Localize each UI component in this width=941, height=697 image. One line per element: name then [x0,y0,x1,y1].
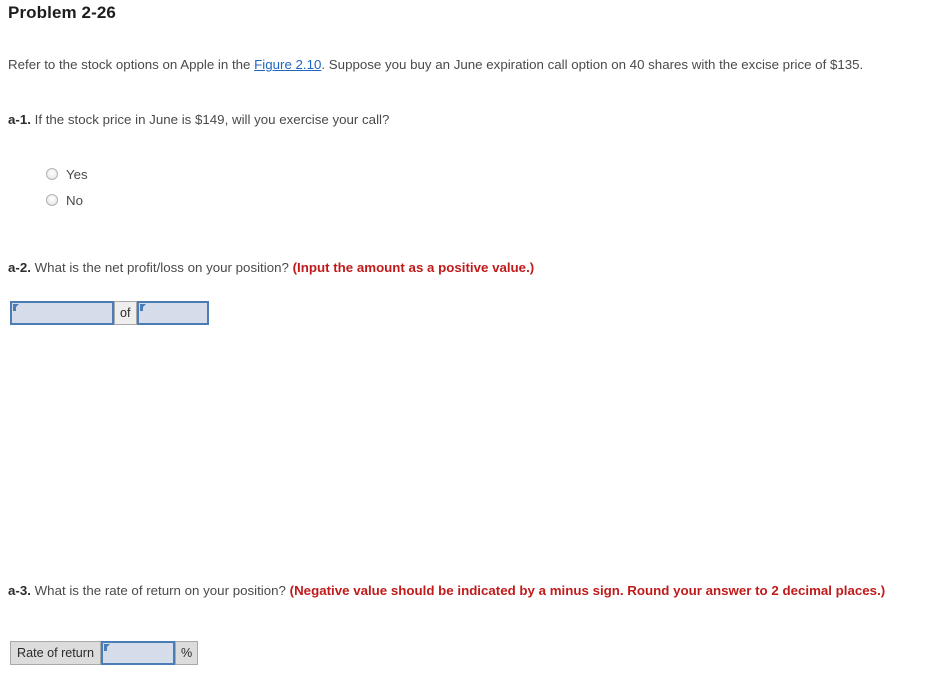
rate-of-return-row-label: Rate of return [10,641,102,665]
question-a1-options: Yes No [46,161,88,213]
page-title: Problem 2-26 [8,3,116,22]
question-a2-text: What is the net profit/loss on your posi… [34,260,289,275]
net-profit-loss-amount-input[interactable] [10,301,114,325]
question-a1-text: If the stock price in June is $149, will… [34,112,390,127]
radio-no-icon[interactable] [46,194,58,206]
question-a2-hint: (Input the amount as a positive value.) [292,260,535,275]
dropdown-flag-icon [13,304,19,311]
rate-of-return-input[interactable] [101,641,176,665]
dropdown-flag-icon [104,644,111,651]
question-a3-label: a-3. [8,583,31,598]
radio-option-yes[interactable]: Yes [46,161,88,187]
radio-option-yes-label: Yes [66,166,88,182]
net-profit-loss-type-input[interactable] [136,301,209,325]
question-a2: a-2. What is the net profit/loss on your… [8,258,926,277]
question-a1: a-1. If the stock price in June is $149,… [8,110,926,129]
intro-paragraph: Refer to the stock options on Apple in t… [8,55,926,74]
radio-option-no[interactable]: No [46,187,88,213]
question-a3-text: What is the rate of return on your posit… [34,583,286,598]
question-a2-label: a-2. [8,260,31,275]
question-a3: a-3. What is the rate of return on your … [8,581,918,600]
intro-text-after-link: . Suppose you buy an June expiration cal… [321,57,864,72]
figure-2-10-link[interactable]: Figure 2.10 [254,57,321,72]
radio-option-no-label: No [66,192,83,208]
question-a3-hint: (Negative value should be indicated by a… [289,583,886,598]
answer-widget-a3: Rate of return % [10,641,199,665]
dropdown-flag-icon [139,304,146,311]
intro-text-before-link: Refer to the stock options on Apple in t… [8,57,255,72]
question-a1-label: a-1. [8,112,31,127]
problem-page: Problem 2-26 Refer to the stock options … [0,0,941,697]
answer-widget-a2-of-label: of [114,301,137,325]
rate-of-return-unit-label: % [175,641,199,665]
answer-widget-a2: of [10,301,209,325]
radio-yes-icon[interactable] [46,168,58,180]
